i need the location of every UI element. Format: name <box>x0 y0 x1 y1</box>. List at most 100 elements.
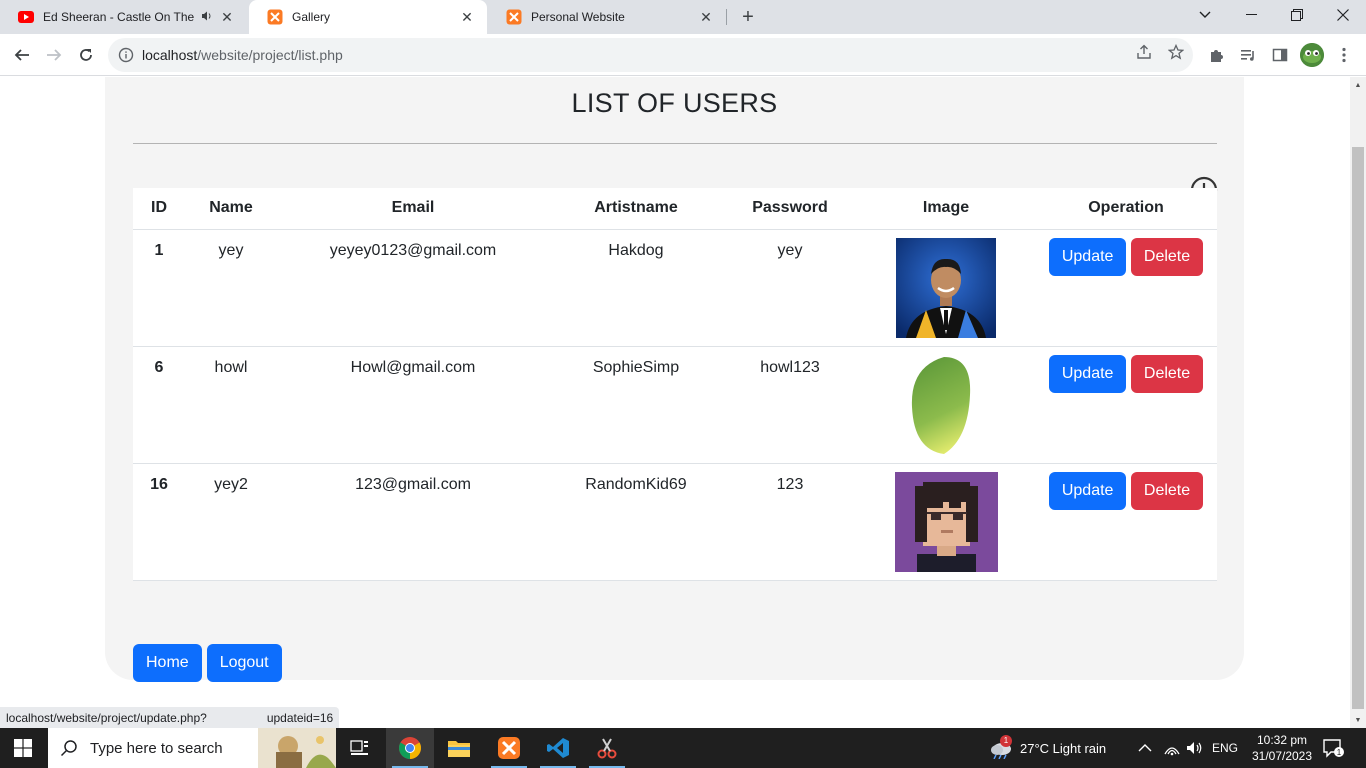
youtube-icon <box>18 9 34 25</box>
cell-image <box>857 463 1035 581</box>
language-indicator[interactable]: ENG <box>1212 728 1238 768</box>
update-button[interactable]: Update <box>1048 237 1127 276</box>
column-header-name: Name <box>185 188 277 230</box>
home-button[interactable]: Home <box>133 644 202 682</box>
close-tab-icon[interactable]: ✕ <box>219 9 235 25</box>
search-icon <box>60 739 78 757</box>
reload-icon[interactable] <box>72 41 100 69</box>
taskbar-search-box[interactable]: Type here to search <box>48 728 336 768</box>
side-panel-icon[interactable] <box>1270 45 1290 65</box>
taskbar-clock[interactable]: 10:32 pm 31/07/2023 <box>1240 732 1324 764</box>
cell-artistname: SophieSimp <box>549 346 723 464</box>
chrome-taskbar-icon[interactable] <box>386 728 434 768</box>
browser-tab-strip: Ed Sheeran - Castle On The H ✕ Gallery ✕… <box>0 0 1366 34</box>
forward-arrow-icon[interactable] <box>40 41 68 69</box>
task-view-icon[interactable] <box>336 728 384 768</box>
show-hidden-icons-chevron-icon[interactable] <box>1138 728 1152 768</box>
media-queue-icon[interactable] <box>1238 45 1258 65</box>
xampp-taskbar-icon[interactable] <box>485 728 533 768</box>
cell-artistname: Hakdog <box>549 229 723 347</box>
table-row: 6 howl Howl@gmail.com SophieSimp howl123… <box>133 346 1217 464</box>
cell-password: yey <box>723 229 857 347</box>
update-button[interactable]: Update <box>1048 471 1127 510</box>
extensions-puzzle-icon[interactable] <box>1206 45 1226 65</box>
column-header-operation: Operation <box>1035 188 1217 230</box>
address-bar[interactable]: localhost/website/project/list.php <box>108 38 1193 72</box>
cell-operation: Update Delete <box>1035 463 1217 581</box>
table-header-row: ID Name Email Artistname Password Image … <box>133 188 1217 230</box>
bookmark-star-icon[interactable] <box>1166 42 1186 62</box>
bottom-actions: Home Logout <box>133 644 282 682</box>
update-button[interactable]: Update <box>1048 354 1127 393</box>
close-window-button[interactable] <box>1320 0 1366 30</box>
tab-separator <box>726 9 727 25</box>
profile-avatar[interactable] <box>1300 43 1324 67</box>
windows-taskbar: Type here to search 1 27°C Light rain EN… <box>0 728 1366 768</box>
vertical-scrollbar[interactable]: ▲ ▼ <box>1350 77 1366 728</box>
cell-operation: Update Delete <box>1035 229 1217 347</box>
user-photo-mango <box>911 356 971 454</box>
user-photo-graduation <box>896 237 996 338</box>
column-header-id: ID <box>133 188 185 230</box>
minimize-button[interactable] <box>1228 0 1274 30</box>
back-arrow-icon[interactable] <box>8 41 36 69</box>
new-tab-button[interactable]: + <box>736 5 760 29</box>
search-highlight-image <box>258 728 336 768</box>
windows-start-icon[interactable] <box>14 739 32 757</box>
tab-search-chevron-icon[interactable] <box>1182 0 1228 30</box>
tab-title: Gallery <box>292 10 331 24</box>
clock-date: 31/07/2023 <box>1251 749 1313 763</box>
scroll-up-arrow-icon[interactable]: ▲ <box>1350 77 1366 93</box>
tab-personal-website[interactable]: Personal Website ✕ <box>488 0 726 34</box>
cell-name: yey <box>185 229 277 347</box>
notification-center-icon[interactable]: 1 <box>1322 738 1344 758</box>
file-explorer-icon[interactable] <box>435 728 483 768</box>
cell-password: howl123 <box>723 346 857 464</box>
restore-button[interactable] <box>1274 0 1320 30</box>
scrollbar-thumb[interactable] <box>1352 147 1364 709</box>
users-card: LIST OF USERS ID Name Email Artistname P… <box>105 77 1244 682</box>
network-icon[interactable] <box>1163 728 1181 768</box>
share-icon[interactable] <box>1134 42 1154 62</box>
browser-toolbar: localhost/website/project/list.php <box>0 34 1366 76</box>
delete-button[interactable]: Delete <box>1130 354 1204 393</box>
svg-text:1: 1 <box>1337 748 1342 757</box>
volume-icon[interactable] <box>1186 728 1204 768</box>
status-url: localhost/website/project/update.php? <box>6 710 207 725</box>
cell-name: yey2 <box>185 463 277 581</box>
cell-email: yeyey0123@gmail.com <box>277 229 549 347</box>
close-tab-icon[interactable]: ✕ <box>459 9 475 25</box>
cell-id: 1 <box>133 229 185 347</box>
cell-password: 123 <box>723 463 857 581</box>
status-url-tail: updateid=16 <box>266 710 334 725</box>
delete-button[interactable]: Delete <box>1130 237 1204 276</box>
scroll-down-arrow-icon[interactable]: ▼ <box>1350 712 1366 728</box>
clock-time: 10:32 pm <box>1256 733 1308 747</box>
url-text: localhost/website/project/list.php <box>142 47 343 63</box>
cell-id: 6 <box>133 346 185 464</box>
kebab-menu-icon[interactable] <box>1334 45 1354 65</box>
tab-youtube[interactable]: Ed Sheeran - Castle On The H ✕ <box>0 0 247 34</box>
cell-email: Howl@gmail.com <box>277 346 549 464</box>
cell-image <box>857 346 1035 464</box>
column-header-artistname: Artistname <box>549 188 723 230</box>
weather-widget[interactable]: 1 27°C Light rain <box>988 728 1106 768</box>
weather-badge: 1 <box>1000 735 1012 747</box>
search-placeholder: Type here to search <box>90 739 223 757</box>
weather-rain-icon: 1 <box>988 735 1014 760</box>
page-title: LIST OF USERS <box>571 88 778 118</box>
column-header-email: Email <box>277 188 549 230</box>
table-row: 1 yey yeyey0123@gmail.com Hakdog yey Upd… <box>133 229 1217 347</box>
cell-operation: Update Delete <box>1035 346 1217 464</box>
weather-text: 27°C Light rain <box>1020 740 1107 756</box>
vscode-taskbar-icon[interactable] <box>534 728 582 768</box>
tab-gallery[interactable]: Gallery ✕ <box>249 0 487 34</box>
speaker-icon[interactable] <box>201 10 213 25</box>
logout-button[interactable]: Logout <box>206 644 282 682</box>
close-tab-icon[interactable]: ✕ <box>698 9 714 25</box>
site-info-icon[interactable] <box>118 47 134 63</box>
divider <box>133 143 1217 144</box>
snipping-tool-icon[interactable] <box>583 728 631 768</box>
delete-button[interactable]: Delete <box>1130 471 1204 510</box>
column-header-password: Password <box>723 188 857 230</box>
